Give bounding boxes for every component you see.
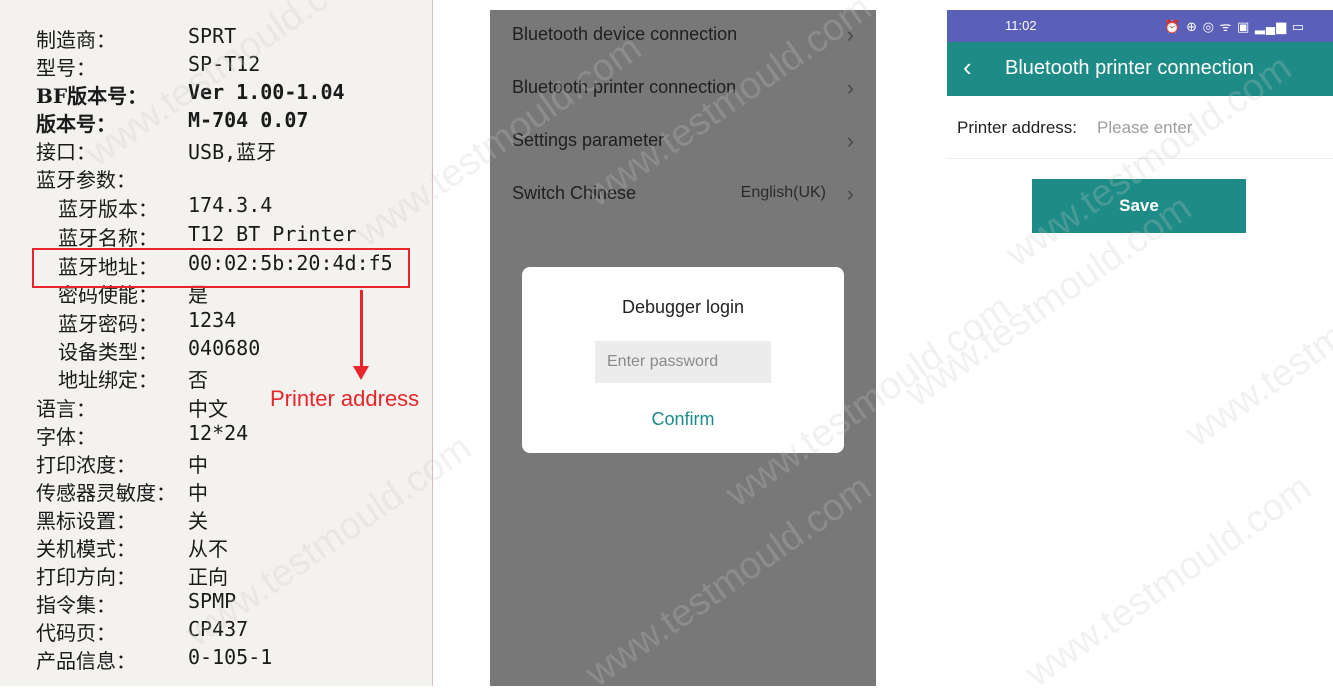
menu-item-label: Settings parameter bbox=[512, 130, 665, 150]
printer-address-input[interactable] bbox=[1097, 112, 1317, 144]
chevron-right-icon: › bbox=[846, 22, 854, 47]
printout-key: 设备类型： bbox=[58, 340, 158, 364]
dialog-title: Debugger login bbox=[621, 297, 745, 317]
chevron-right-icon: › bbox=[846, 128, 854, 153]
printout-value: 12*24 bbox=[188, 421, 249, 445]
printout-key: 指令集： bbox=[36, 593, 116, 617]
printout-key: BF版本号： bbox=[36, 84, 148, 108]
printout-value: USB,蓝牙 bbox=[188, 140, 277, 164]
printout-key: 接口： bbox=[36, 140, 96, 164]
printout-key: 版本号： bbox=[36, 112, 116, 136]
save-button[interactable]: Save bbox=[1032, 179, 1246, 233]
printout-key: 代码页： bbox=[36, 621, 116, 645]
printout-value: 关 bbox=[188, 509, 208, 533]
printout-key: 型号： bbox=[36, 56, 96, 80]
printout-value: SPMP bbox=[188, 589, 237, 613]
chevron-right-icon: › bbox=[846, 181, 854, 206]
menu-item-label: Switch Chinese bbox=[512, 183, 637, 203]
printout-value: 中 bbox=[188, 481, 208, 505]
printout-key: 蓝牙名称： bbox=[58, 226, 158, 250]
menu-item-bluetooth-printer-connection[interactable]: Bluetooth printer connection › bbox=[490, 63, 876, 115]
debugger-login-dialog: Debugger login Confirm bbox=[522, 267, 844, 453]
app-bar: ‹ Bluetooth printer connection bbox=[947, 42, 1333, 96]
password-input[interactable] bbox=[595, 341, 771, 383]
menu-item-switch-chinese[interactable]: Switch Chinese English(UK) › bbox=[490, 169, 876, 221]
printer-self-test-printout: 制造商： SPRT 型号： SP-T12 BF版本号： Ver 1.00-1.04 版本号：… bbox=[0, 0, 433, 686]
arrow-line bbox=[360, 290, 363, 370]
printer-address-callout: Printer address bbox=[270, 386, 420, 411]
confirm-button[interactable]: Confirm bbox=[522, 409, 844, 430]
printout-value: SP-T12 bbox=[188, 52, 261, 76]
printout-value: M-704 0.07 bbox=[188, 108, 309, 132]
page-title: Bluetooth printer connection bbox=[1005, 57, 1255, 79]
language-value: English(UK) bbox=[740, 184, 826, 201]
printout-value: 中 bbox=[188, 453, 208, 477]
printout-key: 蓝牙密码： bbox=[58, 312, 158, 336]
status-time: 11:02 bbox=[1005, 18, 1037, 33]
bluetooth-address-highlight bbox=[32, 248, 410, 288]
printout-value: 1234 bbox=[188, 308, 237, 332]
status-icons: ⏰ ⊕ ◎ ᯤ ▣ ▂▄▆ ▭ bbox=[1164, 19, 1305, 34]
printout-value: 正向 bbox=[188, 565, 228, 589]
printout-value: Ver 1.00-1.04 bbox=[188, 80, 345, 104]
printout-key: 打印浓度： bbox=[36, 453, 136, 477]
printout-value: 中文 bbox=[188, 397, 228, 421]
printout-value: T12 BT Printer bbox=[188, 222, 357, 246]
printout-key: 产品信息： bbox=[36, 649, 136, 673]
printout-value: 从不 bbox=[188, 537, 228, 561]
back-arrow-icon[interactable]: ‹ bbox=[963, 52, 972, 83]
printout-key: 打印方向： bbox=[36, 565, 136, 589]
settings-screen: Bluetooth device connection › Bluetooth … bbox=[490, 10, 876, 686]
arrow-down-icon bbox=[353, 366, 369, 380]
printer-address-row: Printer address: bbox=[947, 106, 1333, 159]
printer-connection-screen: 11:02 ⏰ ⊕ ◎ ᯤ ▣ ▂▄▆ ▭ ‹ Bluetooth printe… bbox=[947, 10, 1333, 686]
printout-key: 黑标设置： bbox=[36, 509, 136, 533]
menu-item-label: Bluetooth printer connection bbox=[512, 77, 737, 97]
printout-key: 蓝牙版本： bbox=[58, 197, 158, 221]
printout-key: 蓝牙参数： bbox=[36, 168, 136, 192]
printer-address-label: Printer address: bbox=[957, 118, 1077, 137]
printout-key: 字体： bbox=[36, 425, 96, 449]
menu-item-bluetooth-device-connection[interactable]: Bluetooth device connection › bbox=[490, 10, 876, 62]
printout-key: 关机模式： bbox=[36, 537, 136, 561]
printout-key: 制造商： bbox=[36, 28, 116, 52]
printout-key: 地址绑定： bbox=[58, 368, 158, 392]
printout-key: 语言： bbox=[36, 397, 96, 421]
menu-item-settings-parameter[interactable]: Settings parameter › bbox=[490, 116, 876, 168]
printout-value: 0-105-1 bbox=[188, 645, 273, 669]
status-bar: 11:02 ⏰ ⊕ ◎ ᯤ ▣ ▂▄▆ ▭ bbox=[947, 10, 1333, 42]
printout-key: 传感器灵敏度： bbox=[36, 481, 176, 505]
chevron-right-icon: › bbox=[846, 75, 854, 100]
printout-value: 174.3.4 bbox=[188, 193, 273, 217]
printout-value: CP437 bbox=[188, 617, 249, 641]
printout-value: 否 bbox=[188, 368, 208, 392]
printout-value: SPRT bbox=[188, 24, 237, 48]
printout-value: 040680 bbox=[188, 336, 261, 360]
menu-item-label: Bluetooth device connection bbox=[512, 24, 738, 44]
